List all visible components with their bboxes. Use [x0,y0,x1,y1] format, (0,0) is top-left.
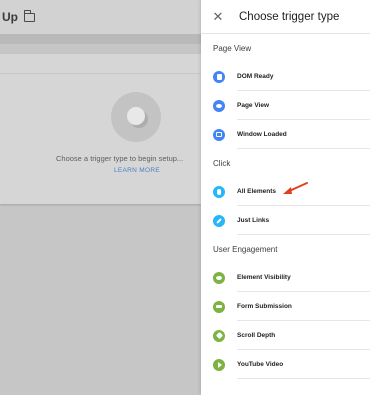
trigger-item-label: Form Submission [237,303,292,310]
trigger-item-label: YouTube Video [237,361,284,368]
trigger-item-page-view[interactable]: Page View [201,91,370,120]
trigger-item-label: Element Visibility [237,274,291,281]
trigger-placeholder-icon[interactable] [111,92,161,142]
background-band [0,34,201,44]
trigger-name-title: Up [2,10,18,24]
trigger-item-label: DOM Ready [237,73,274,80]
trigger-item-label: Window Loaded [237,131,287,138]
trigger-item-label: Scroll Depth [237,332,276,339]
trigger-configuration-card: Choose a trigger type to begin setup... … [0,54,201,204]
trigger-item-dom-ready[interactable]: DOM Ready [201,62,370,91]
close-icon[interactable]: ✕ [201,0,235,34]
window-icon [213,128,225,141]
empty-state-message: Choose a trigger type to begin setup... [56,154,184,163]
trigger-item-form-submission[interactable]: Form Submission [201,292,370,321]
dom-ready-icon [213,70,225,83]
eye-icon [213,271,225,284]
trigger-item-youtube-video[interactable]: YouTube Video [201,350,370,379]
divider [237,148,370,149]
divider [237,378,370,379]
trigger-item-label: Just Links [237,217,270,224]
section-title-page-view: Page View [213,43,252,53]
form-icon [213,300,225,313]
card-header [0,54,201,74]
divider [237,234,370,235]
trigger-item-window-loaded[interactable]: Window Loaded [201,120,370,149]
learn-more-link[interactable]: LEARN MORE [114,167,160,174]
trigger-item-label: All Elements [237,188,277,195]
link-icon [213,214,225,227]
trigger-item-element-visibility[interactable]: Element Visibility [201,263,370,292]
eye-icon [213,99,225,112]
trigger-placeholder-inner-icon [127,107,145,125]
trigger-item-scroll-depth[interactable]: Scroll Depth [201,321,370,350]
scroll-icon [213,329,225,342]
panel-header: ✕ Choose trigger type [201,0,370,34]
folder-icon[interactable] [23,9,35,22]
play-icon [213,358,225,371]
mouse-icon [213,185,225,198]
annotation-arrow-icon [283,182,308,194]
trigger-item-just-links[interactable]: Just Links [201,206,370,235]
section-title-click: Click [213,158,231,168]
choose-trigger-type-panel: ✕ Choose trigger type Page View DOM Read… [201,0,370,395]
background-header: Up [0,0,201,34]
trigger-item-label: Page View [237,102,270,109]
section-title-user-engagement: User Engagement [213,244,278,254]
panel-title: Choose trigger type [239,10,340,23]
